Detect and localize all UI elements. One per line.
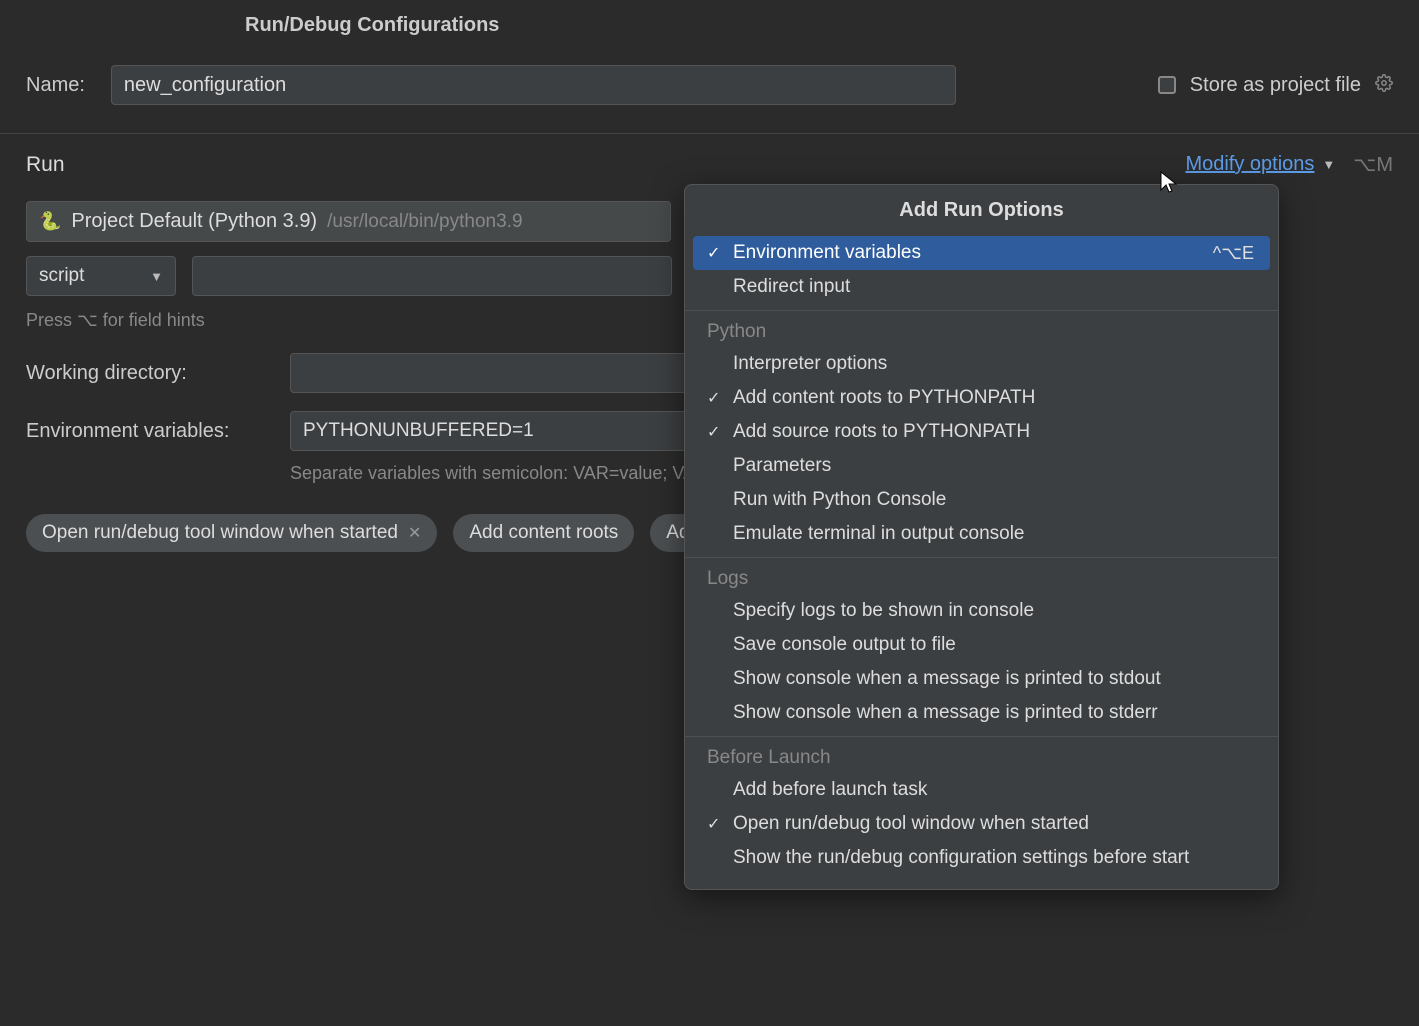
popup-option[interactable]: Parameters xyxy=(693,449,1270,483)
popup-option[interactable]: Add before launch task xyxy=(693,773,1270,807)
script-select-value: script xyxy=(39,265,84,287)
popup-option[interactable]: Show console when a message is printed t… xyxy=(693,662,1270,696)
popup-option[interactable]: Emulate terminal in output console xyxy=(693,517,1270,551)
popup-section-logs: Logs xyxy=(685,557,1278,594)
modify-options-link[interactable]: Modify options xyxy=(1185,153,1314,176)
env-variables-input[interactable] xyxy=(290,411,710,451)
popup-option-label: Redirect input xyxy=(733,276,850,298)
popup-option-label: Show console when a message is printed t… xyxy=(733,668,1161,690)
option-chip[interactable]: Open run/debug tool window when started ✕ xyxy=(26,514,437,552)
store-as-project-label: Store as project file xyxy=(1190,74,1361,97)
chevron-down-icon: ▼ xyxy=(1322,157,1335,172)
popup-option[interactable]: Redirect input xyxy=(693,270,1270,304)
popup-option[interactable]: ✓Open run/debug tool window when started xyxy=(693,807,1270,841)
add-run-options-popup: Add Run Options ✓Environment variables^⌥… xyxy=(684,184,1279,890)
check-icon: ✓ xyxy=(707,422,733,442)
chevron-down-icon: ▼ xyxy=(150,269,163,284)
env-variables-label: Environment variables: xyxy=(26,420,236,443)
popup-option-label: Add content roots to PYTHONPATH xyxy=(733,387,1035,409)
popup-option[interactable]: ✓Environment variables ^⌥E xyxy=(693,236,1270,270)
popup-option-label: Open run/debug tool window when started xyxy=(733,813,1089,835)
popup-option[interactable]: Save console output to file xyxy=(693,628,1270,662)
check-icon: ✓ xyxy=(707,814,733,834)
popup-option-label: Parameters xyxy=(733,455,831,477)
popup-option-label: Add before launch task xyxy=(733,779,927,801)
popup-section-before: Before Launch xyxy=(685,736,1278,773)
popup-option-label: Environment variables xyxy=(733,242,921,264)
popup-option-label: Interpreter options xyxy=(733,353,887,375)
popup-option[interactable]: ✓Add content roots to PYTHONPATH xyxy=(693,381,1270,415)
python-icon: 🐍 xyxy=(39,211,61,232)
popup-option[interactable]: Specify logs to be shown in console xyxy=(693,594,1270,628)
popup-title: Add Run Options xyxy=(685,185,1278,236)
popup-section-python: Python xyxy=(685,310,1278,347)
popup-option[interactable]: Show the run/debug configuration setting… xyxy=(693,841,1270,875)
working-directory-label: Working directory: xyxy=(26,362,236,385)
popup-shortcut-hint: ^⌥E xyxy=(1213,243,1254,264)
interpreter-name: Project Default (Python 3.9) xyxy=(71,210,317,233)
script-path-input[interactable] xyxy=(192,256,672,296)
popup-option-label: Add source roots to PYTHONPATH xyxy=(733,421,1030,443)
popup-option[interactable]: Show console when a message is printed t… xyxy=(693,696,1270,730)
dialog-title: Run/Debug Configurations xyxy=(0,0,1419,37)
chip-label: Open run/debug tool window when started xyxy=(42,522,398,544)
popup-option-label: Show console when a message is printed t… xyxy=(733,702,1158,724)
name-input[interactable] xyxy=(111,65,956,105)
popup-option-label: Save console output to file xyxy=(733,634,956,656)
run-section-label: Run xyxy=(26,153,65,177)
script-type-select[interactable]: script ▼ xyxy=(26,256,176,296)
popup-option-label: Run with Python Console xyxy=(733,489,946,511)
check-icon: ✓ xyxy=(707,243,733,263)
option-chip[interactable]: Add content roots xyxy=(453,514,634,552)
check-icon: ✓ xyxy=(707,388,733,408)
close-icon[interactable]: ✕ xyxy=(408,523,421,543)
interpreter-path: /usr/local/bin/python3.9 xyxy=(327,211,522,233)
working-directory-input[interactable] xyxy=(290,353,710,393)
store-as-project-checkbox[interactable] xyxy=(1158,76,1176,94)
name-label: Name: xyxy=(26,74,85,97)
popup-option-label: Emulate terminal in output console xyxy=(733,523,1025,545)
popup-option[interactable]: Run with Python Console xyxy=(693,483,1270,517)
popup-option-label: Specify logs to be shown in console xyxy=(733,600,1034,622)
gear-icon[interactable] xyxy=(1375,74,1393,97)
popup-option[interactable]: ✓Add source roots to PYTHONPATH xyxy=(693,415,1270,449)
popup-option[interactable]: Interpreter options xyxy=(693,347,1270,381)
popup-option-label: Show the run/debug configuration setting… xyxy=(733,847,1189,869)
interpreter-dropdown[interactable]: 🐍 Project Default (Python 3.9) /usr/loca… xyxy=(26,201,671,242)
modify-shortcut-hint: ⌥M xyxy=(1353,152,1393,177)
chip-label: Add content roots xyxy=(469,522,618,544)
